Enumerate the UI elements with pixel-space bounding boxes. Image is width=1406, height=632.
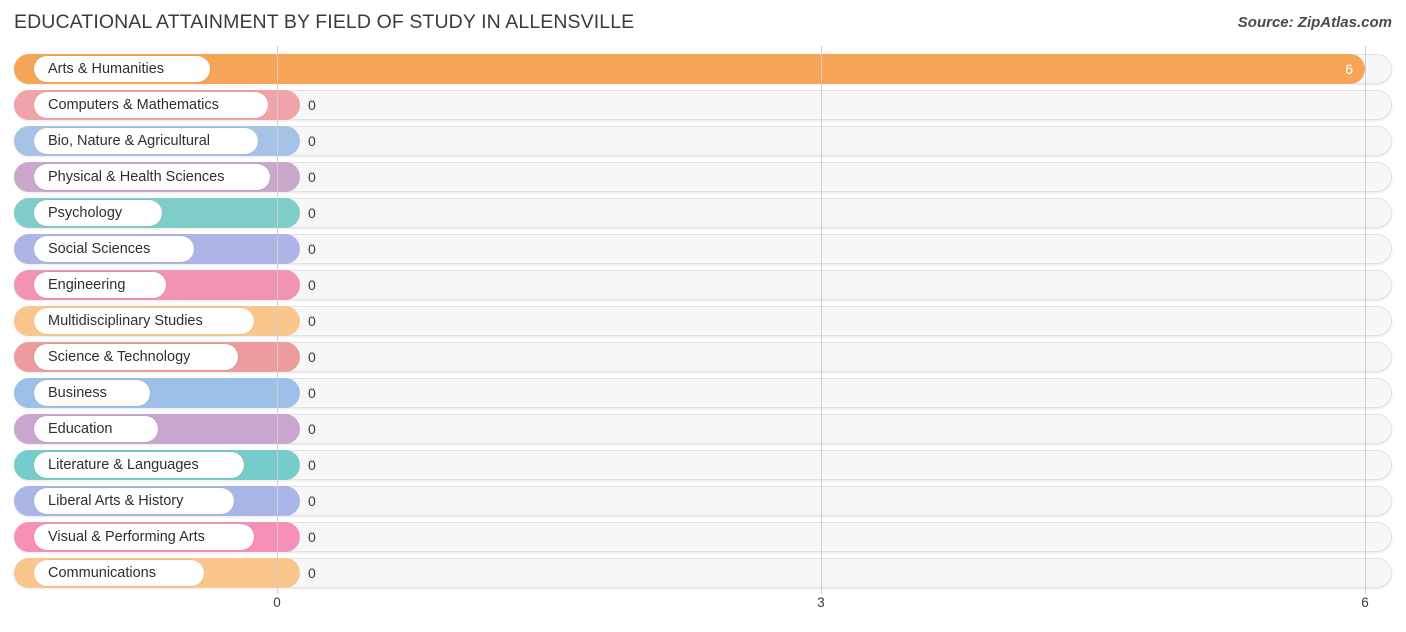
bar-fill: 6 [14, 54, 1365, 84]
bar-value-label: 0 [308, 385, 316, 401]
bar-row[interactable]: 6 Arts & Humanities [14, 54, 1392, 84]
category-label: Physical & Health Sciences [34, 164, 270, 190]
category-label: Visual & Performing Arts [34, 524, 254, 550]
gridline-3 [821, 46, 822, 594]
bar-value-label: 0 [308, 529, 316, 545]
bar-value-label: 0 [308, 241, 316, 257]
category-label: Multidisciplinary Studies [34, 308, 254, 334]
bar-value-label: 0 [308, 457, 316, 473]
category-label: Computers & Mathematics [34, 92, 268, 118]
bar-row[interactable]: Physical & Health Sciences 0 [14, 162, 1392, 192]
bar-value-label: 0 [308, 133, 316, 149]
chart-header: EDUCATIONAL ATTAINMENT BY FIELD OF STUDY… [0, 0, 1406, 46]
category-label: Bio, Nature & Agricultural [34, 128, 258, 154]
bar-row[interactable]: Communications 0 [14, 558, 1392, 588]
category-label: Literature & Languages [34, 452, 244, 478]
source-attribution: Source: ZipAtlas.com [1237, 14, 1392, 31]
page-title: EDUCATIONAL ATTAINMENT BY FIELD OF STUDY… [14, 11, 635, 33]
bar-row[interactable]: Psychology 0 [14, 198, 1392, 228]
bar-value-label: 0 [308, 349, 316, 365]
category-label: Liberal Arts & History [34, 488, 234, 514]
bar-value-label: 0 [308, 313, 316, 329]
category-label: Communications [34, 560, 204, 586]
x-axis: 0 3 6 [0, 594, 1406, 632]
bar-value-label: 0 [308, 421, 316, 437]
bar-value-label: 0 [308, 565, 316, 581]
x-tick-label: 3 [817, 595, 825, 610]
bar-row[interactable]: Science & Technology 0 [14, 342, 1392, 372]
category-label: Education [34, 416, 158, 442]
bar-row[interactable]: Business 0 [14, 378, 1392, 408]
gridline-6 [1365, 46, 1366, 594]
bar-value-label: 6 [1345, 61, 1353, 77]
bar-row[interactable]: Bio, Nature & Agricultural 0 [14, 126, 1392, 156]
gridline-0 [277, 46, 278, 594]
category-label: Social Sciences [34, 236, 194, 262]
bar-row[interactable]: Liberal Arts & History 0 [14, 486, 1392, 516]
bar-row[interactable]: Social Sciences 0 [14, 234, 1392, 264]
bar-row[interactable]: Multidisciplinary Studies 0 [14, 306, 1392, 336]
category-label: Science & Technology [34, 344, 238, 370]
bar-value-label: 0 [308, 205, 316, 221]
category-label: Psychology [34, 200, 162, 226]
category-label: Business [34, 380, 150, 406]
bar-value-label: 0 [308, 169, 316, 185]
bar-row[interactable]: Education 0 [14, 414, 1392, 444]
bar-value-label: 0 [308, 493, 316, 509]
bar-row[interactable]: Engineering 0 [14, 270, 1392, 300]
bar-value-label: 0 [308, 97, 316, 113]
category-label: Engineering [34, 272, 166, 298]
category-label: Arts & Humanities [34, 56, 210, 82]
bar-row[interactable]: Visual & Performing Arts 0 [14, 522, 1392, 552]
chart-plot-area: 6 Arts & Humanities Computers & Mathematic… [0, 46, 1406, 594]
bar-row[interactable]: Literature & Languages 0 [14, 450, 1392, 480]
x-tick-label: 6 [1361, 595, 1369, 610]
bar-row[interactable]: Computers & Mathematics 0 [14, 90, 1392, 120]
bar-value-label: 0 [308, 277, 316, 293]
x-tick-label: 0 [273, 595, 281, 610]
